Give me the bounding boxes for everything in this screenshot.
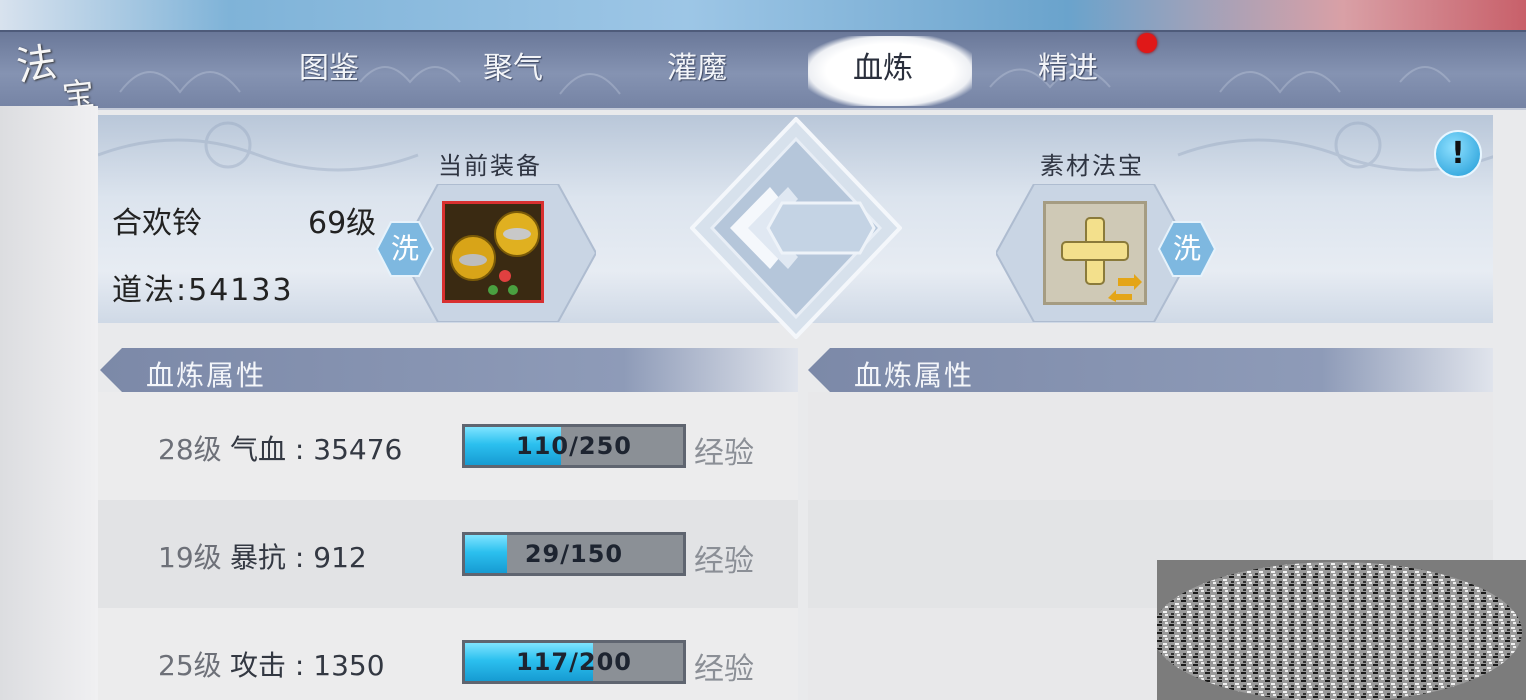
static-noise-pattern — [1157, 562, 1522, 700]
tab-advance[interactable]: 精进 — [993, 36, 1143, 102]
wash-button-equipment[interactable]: 洗 — [375, 220, 435, 278]
title-char-1: 法 — [13, 39, 60, 91]
exp-progress-bar[interactable]: 110/250 — [462, 424, 686, 468]
equipment-level: 69级 — [308, 206, 377, 241]
info-button[interactable]: ! — [1434, 130, 1482, 178]
tab-atlas[interactable]: 图鉴 — [254, 36, 404, 102]
tab-blood-refine[interactable]: 血炼 — [808, 36, 958, 102]
swap-arrows-icon — [1108, 274, 1142, 302]
wash-button-material[interactable]: 洗 — [1157, 220, 1217, 278]
exp-progress-text: 117/200 — [516, 648, 632, 676]
tab-gather-qi[interactable]: 聚气 — [438, 36, 588, 102]
exp-label: 经验 — [694, 544, 754, 579]
attr-name: 气血 : 35476 — [230, 433, 403, 466]
tab-infuse-demon[interactable]: 灌魔 — [622, 36, 772, 102]
attr-level: 28级 — [158, 433, 222, 466]
left-attr-header: 血炼属性 — [100, 348, 798, 392]
right-attr-header: 血炼属性 — [808, 348, 1493, 392]
exp-progress-text: 29/150 — [524, 540, 624, 568]
attr-name: 攻击 : 1350 — [230, 649, 385, 682]
attr-name: 暴抗 : 912 — [230, 541, 367, 574]
exp-progress-bar[interactable]: 29/150 — [462, 532, 686, 576]
scene-background-strip — [0, 0, 1526, 30]
refine-emblem-icon — [690, 117, 902, 339]
right-attr-header-title: 血炼属性 — [854, 359, 975, 392]
material-add-slot[interactable] — [1043, 201, 1147, 305]
exp-label: 经验 — [694, 436, 754, 471]
bells-icon — [445, 204, 541, 300]
golden-bells-treasure-icon[interactable] — [442, 201, 544, 303]
exp-progress-text: 110/250 — [516, 432, 632, 460]
noise-overlay — [1157, 560, 1526, 700]
current-equipment-label: 当前装备 — [438, 152, 542, 180]
exp-label: 经验 — [694, 652, 754, 687]
left-attr-header-title: 血炼属性 — [146, 359, 267, 392]
wash-label: 洗 — [1172, 232, 1201, 265]
paper-margin — [0, 106, 98, 700]
equipment-power: 道法:54133 — [112, 273, 294, 308]
wash-label: 洗 — [390, 232, 419, 265]
add-plus-icon — [1061, 217, 1142, 302]
notification-dot — [1137, 33, 1157, 53]
attr-level: 19级 — [158, 541, 222, 574]
treasure-title: 法 宝 — [10, 28, 105, 115]
attr-level: 25级 — [158, 649, 222, 682]
material-treasure-label: 素材法宝 — [1040, 152, 1144, 180]
exp-progress-bar[interactable]: 117/200 — [462, 640, 686, 684]
equipment-name: 合欢铃 — [112, 206, 202, 241]
